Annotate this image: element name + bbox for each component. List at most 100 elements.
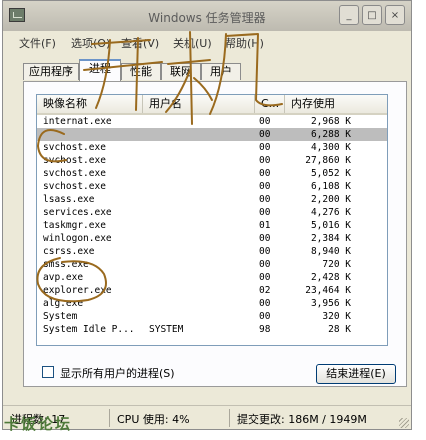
process-image-name: taskmgr.exe: [43, 220, 106, 231]
process-memory: 2,428 K: [310, 272, 351, 283]
process-cpu: 00: [259, 233, 271, 244]
process-row[interactable]: taskmgr.exe 01 5,016 K: [37, 219, 387, 232]
menu-help[interactable]: 帮助(H): [225, 35, 264, 51]
process-memory: 6,108 K: [310, 181, 351, 192]
process-image-name: csrss.exe: [43, 246, 95, 257]
process-image-name: explorer.exe: [43, 285, 112, 296]
tab-performance[interactable]: 性能: [121, 63, 161, 80]
process-row[interactable]: avp.exe 00 2,428 K: [37, 271, 387, 284]
process-cpu: 00: [259, 129, 271, 140]
process-image-name: alg.exe: [43, 298, 84, 309]
process-row[interactable]: svchost.exe 00 27,860 K: [37, 154, 387, 167]
menu-shutdown[interactable]: 关机(U): [173, 35, 212, 51]
process-cpu: 00: [259, 259, 271, 270]
process-image-name: svchost.exe: [43, 168, 106, 179]
status-divider: [109, 409, 110, 427]
watermark-text: 卡饭论坛: [4, 415, 73, 433]
process-memory: 5,016 K: [310, 220, 351, 231]
process-memory: 720 K: [322, 259, 351, 270]
process-row[interactable]: System Idle P... SYSTEM 98 28 K: [37, 323, 387, 336]
menu-bar: 文件(F) 选项(O) 查看(V) 关机(U) 帮助(H): [3, 33, 411, 51]
menu-options[interactable]: 选项(O): [71, 35, 110, 51]
process-row[interactable]: smss.exe 00 720 K: [37, 258, 387, 271]
tab-networking[interactable]: 联网: [161, 63, 201, 80]
process-cpu: 01: [259, 220, 271, 231]
process-cpu: 98: [259, 324, 271, 335]
process-cpu: 00: [259, 155, 271, 166]
process-image-name: lsass.exe: [43, 194, 95, 205]
process-image-name: System Idle P...: [43, 324, 135, 335]
process-memory: 320 K: [322, 311, 351, 322]
process-list[interactable]: 映像名称 用户名 C... 内存使用 internat.exe 00 2,968 K…: [36, 94, 388, 346]
process-image-name: svchost.exe: [43, 155, 106, 166]
process-image-name: smss.exe: [43, 259, 89, 270]
menu-file[interactable]: 文件(F): [19, 35, 56, 51]
tab-applications[interactable]: 应用程序: [23, 63, 79, 80]
show-all-users-label: 显示所有用户的进程(S): [60, 367, 175, 380]
process-memory: 4,300 K: [310, 142, 351, 153]
status-cpu-usage: CPU 使用: 4%: [117, 413, 190, 426]
process-memory: 6,288 K: [310, 129, 351, 140]
show-all-users-checkbox[interactable]: [42, 366, 54, 378]
process-memory: 23,464 K: [305, 285, 351, 296]
process-user-name: SYSTEM: [149, 324, 184, 335]
process-row[interactable]: services.exe 00 4,276 K: [37, 206, 387, 219]
process-cpu: 00: [259, 181, 271, 192]
process-memory: 2,200 K: [310, 194, 351, 205]
title-bar[interactable]: Windows 任务管理器 _ □ ×: [3, 1, 411, 31]
end-process-button[interactable]: 结束进程(E): [316, 364, 396, 384]
process-row[interactable]: System 00 320 K: [37, 310, 387, 323]
process-image-name: svchost.exe: [43, 142, 106, 153]
process-cpu: 00: [259, 142, 271, 153]
processes-panel: 映像名称 用户名 C... 内存使用 internat.exe 00 2,968 K…: [23, 81, 407, 387]
process-memory: 28 K: [328, 324, 351, 335]
process-row[interactable]: explorer.exe 02 23,464 K: [37, 284, 387, 297]
process-memory: 5,052 K: [310, 168, 351, 179]
tab-users[interactable]: 用户: [201, 63, 241, 80]
process-image-name: internat.exe: [43, 116, 112, 127]
column-user-name[interactable]: 用户名: [143, 95, 255, 113]
process-memory: 27,860 K: [305, 155, 351, 166]
process-cpu: 00: [259, 298, 271, 309]
process-cpu: 00: [259, 272, 271, 283]
process-cpu: 00: [259, 168, 271, 179]
process-memory: 2,384 K: [310, 233, 351, 244]
process-row[interactable]: alg.exe 00 3,956 K: [37, 297, 387, 310]
process-image-name: services.exe: [43, 207, 112, 218]
process-row[interactable]: winlogon.exe 00 2,384 K: [37, 232, 387, 245]
column-cpu[interactable]: C...: [255, 95, 285, 113]
process-image-name: svchost.exe: [43, 181, 106, 192]
process-memory: 8,940 K: [310, 246, 351, 257]
close-button[interactable]: ×: [385, 5, 405, 25]
process-memory: 2,968 K: [310, 116, 351, 127]
column-memory[interactable]: 内存使用: [285, 95, 365, 113]
menu-view[interactable]: 查看(V): [121, 35, 159, 51]
process-row[interactable]: svchost.exe 00 5,052 K: [37, 167, 387, 180]
process-memory: 4,276 K: [310, 207, 351, 218]
maximize-button[interactable]: □: [362, 5, 382, 25]
process-memory: 3,956 K: [310, 298, 351, 309]
tab-processes[interactable]: 进程: [79, 59, 121, 81]
process-row[interactable]: svchost.exe 00 6,108 K: [37, 180, 387, 193]
task-manager-window: Windows 任务管理器 _ □ × 文件(F) 选项(O) 查看(V) 关机…: [2, 0, 412, 430]
status-divider: [229, 409, 230, 427]
minimize-button[interactable]: _: [339, 5, 359, 25]
process-cpu: 00: [259, 311, 271, 322]
column-image-name[interactable]: 映像名称: [37, 95, 143, 113]
process-row[interactable]: 00 6,288 K: [37, 128, 387, 141]
process-row[interactable]: internat.exe 00 2,968 K: [37, 115, 387, 128]
process-cpu: 00: [259, 207, 271, 218]
process-cpu: 02: [259, 285, 271, 296]
process-image-name: winlogon.exe: [43, 233, 112, 244]
status-commit-charge: 提交更改: 186M / 1949M: [237, 413, 367, 426]
process-row[interactable]: svchost.exe 00 4,300 K: [37, 141, 387, 154]
process-cpu: 00: [259, 116, 271, 127]
resize-grip[interactable]: [399, 418, 409, 428]
process-cpu: 00: [259, 246, 271, 257]
process-cpu: 00: [259, 194, 271, 205]
process-list-header: 映像名称 用户名 C... 内存使用: [37, 95, 387, 115]
process-row[interactable]: csrss.exe 00 8,940 K: [37, 245, 387, 258]
process-image-name: System: [43, 311, 78, 322]
process-row[interactable]: lsass.exe 00 2,200 K: [37, 193, 387, 206]
process-image-name: avp.exe: [43, 272, 84, 283]
